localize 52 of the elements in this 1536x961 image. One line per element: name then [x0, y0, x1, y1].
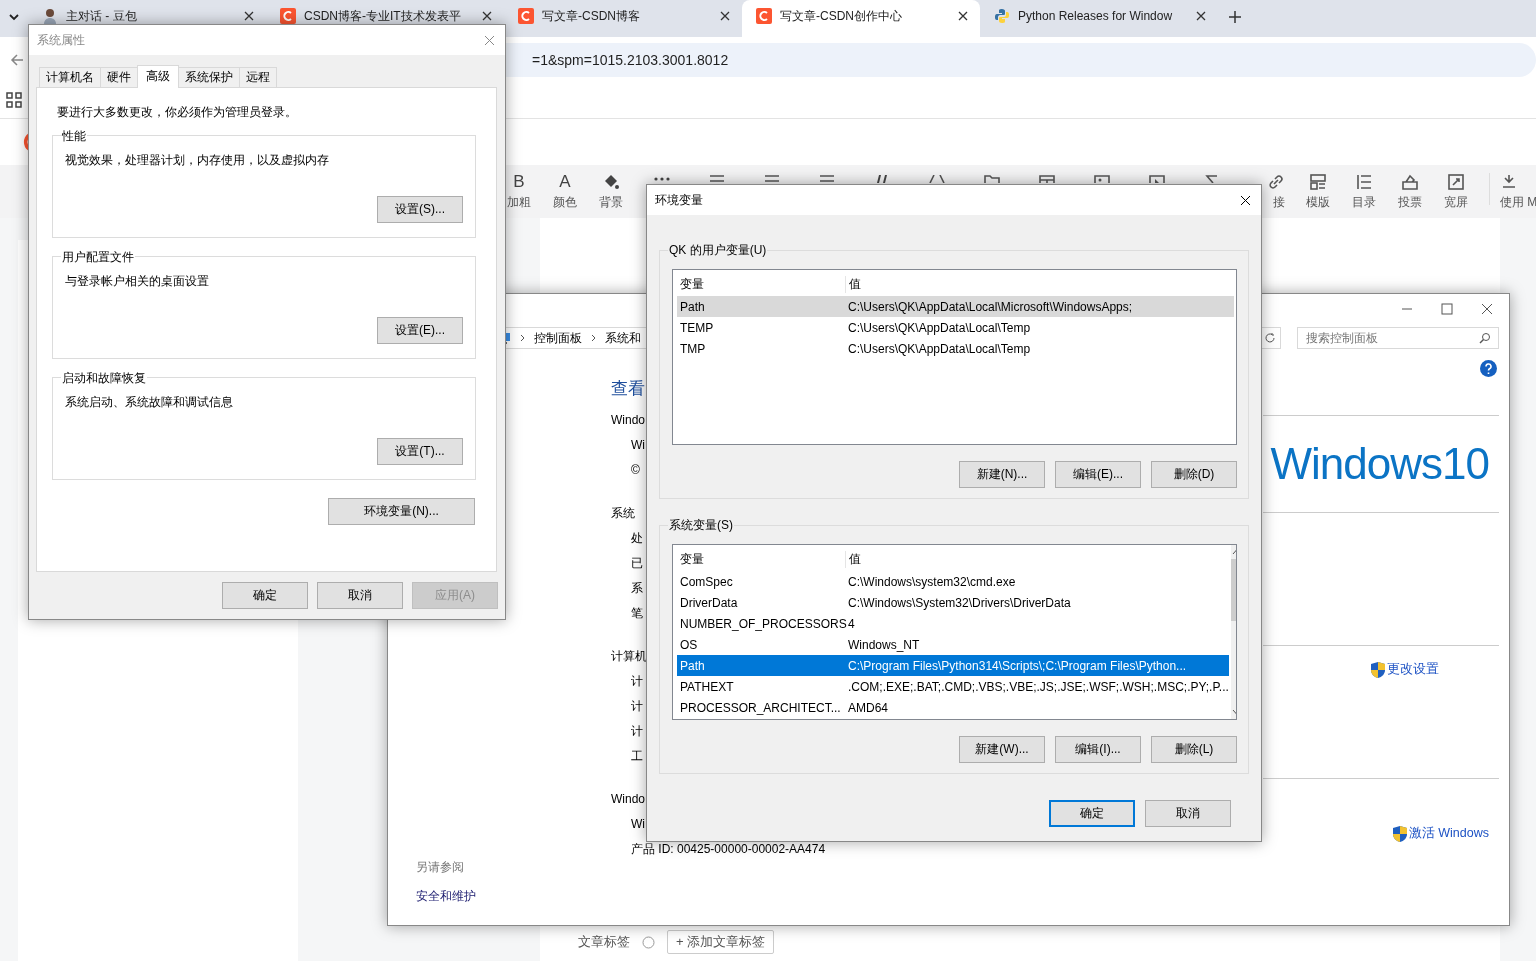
info-text: 计	[631, 723, 643, 740]
info-text: Wi	[631, 437, 645, 454]
variable-name: Path	[679, 299, 706, 314]
section-heading: Windo	[611, 791, 645, 808]
variable-name: Path	[679, 658, 706, 673]
group-description: 视觉效果，处理器计划，内存使用，以及虚拟内存	[65, 152, 330, 169]
variable-value: C:\Windows\system32\cmd.exe	[847, 574, 1017, 589]
variable-name: OS	[679, 637, 699, 652]
page-heading: 查看	[611, 378, 645, 400]
info-text: 笔	[631, 605, 643, 622]
variable-value: C:\Windows\System32\Drivers\DriverData	[847, 595, 1072, 610]
variable-name: DriverData	[679, 595, 739, 610]
info-text: ©	[631, 462, 640, 479]
info-text: 计	[631, 698, 643, 715]
group-description: 与登录帐户相关的桌面设置	[65, 273, 210, 290]
variable-name: NUMBER_OF_PROCESSORS	[679, 616, 845, 631]
info-text: 处	[631, 530, 643, 547]
section-heading: 系统	[611, 505, 635, 522]
variable-value: Windows_NT	[847, 637, 921, 652]
info-text: Wi	[631, 816, 645, 833]
group-title: QK 的用户变量(U)	[668, 242, 768, 259]
variable-value: AMD64	[847, 700, 889, 715]
group-title: 性能	[61, 128, 87, 145]
toolbar-glyph-icon: A	[559, 173, 571, 191]
dialog-title: 环境变量	[655, 191, 703, 209]
variable-value: .COM;.EXE;.BAT;.CMD;.VBS;.VBE;.JS;.JSE;.WSF;.WSH;.MSC;.PY;.P...	[847, 679, 1229, 694]
variable-value: C:\Users\QK\AppData\Local\Microsoft\WindowsApps;	[847, 299, 1134, 314]
group-title: 系统变量(S)	[668, 517, 734, 534]
info-text: 系	[631, 580, 643, 597]
see-also-heading: 另请参阅	[416, 859, 465, 876]
windows-logo-text: Windows10	[1270, 438, 1490, 490]
info-text: 工	[631, 748, 643, 765]
group-title: 启动和故障恢复	[61, 370, 147, 387]
variable-value: 4	[847, 616, 856, 631]
info-text: 已	[631, 555, 643, 572]
section-heading: Windo	[611, 412, 645, 429]
section-heading: 计算机	[611, 648, 647, 665]
variable-value: C:\Users\QK\AppData\Local\Temp	[847, 341, 1032, 356]
variable-name: TEMP	[679, 320, 715, 335]
group-description: 系统启动、系统故障和调试信息	[65, 394, 234, 411]
toolbar-glyph-icon: B	[513, 173, 525, 191]
tags-label: 文章标签	[578, 933, 630, 951]
variable-name: TMP	[679, 341, 707, 356]
variable-value: C:\Users\QK\AppData\Local\Temp	[847, 320, 1032, 335]
info-text: 产品 ID: 00425-00000-00002-AA474	[631, 841, 826, 858]
admin-notice: 要进行大多数更改，你必须作为管理员登录。	[57, 104, 298, 121]
variable-value: C:\Program Files\Python314\Scripts\;C:\Program Files\Python...	[847, 658, 1188, 673]
info-text: 计	[631, 673, 643, 690]
group-title: 用户配置文件	[61, 249, 135, 266]
variable-name: ComSpec	[679, 574, 734, 589]
variable-name: PROCESSOR_ARCHITECT...	[679, 700, 842, 715]
variable-name: PATHEXT	[679, 679, 735, 694]
